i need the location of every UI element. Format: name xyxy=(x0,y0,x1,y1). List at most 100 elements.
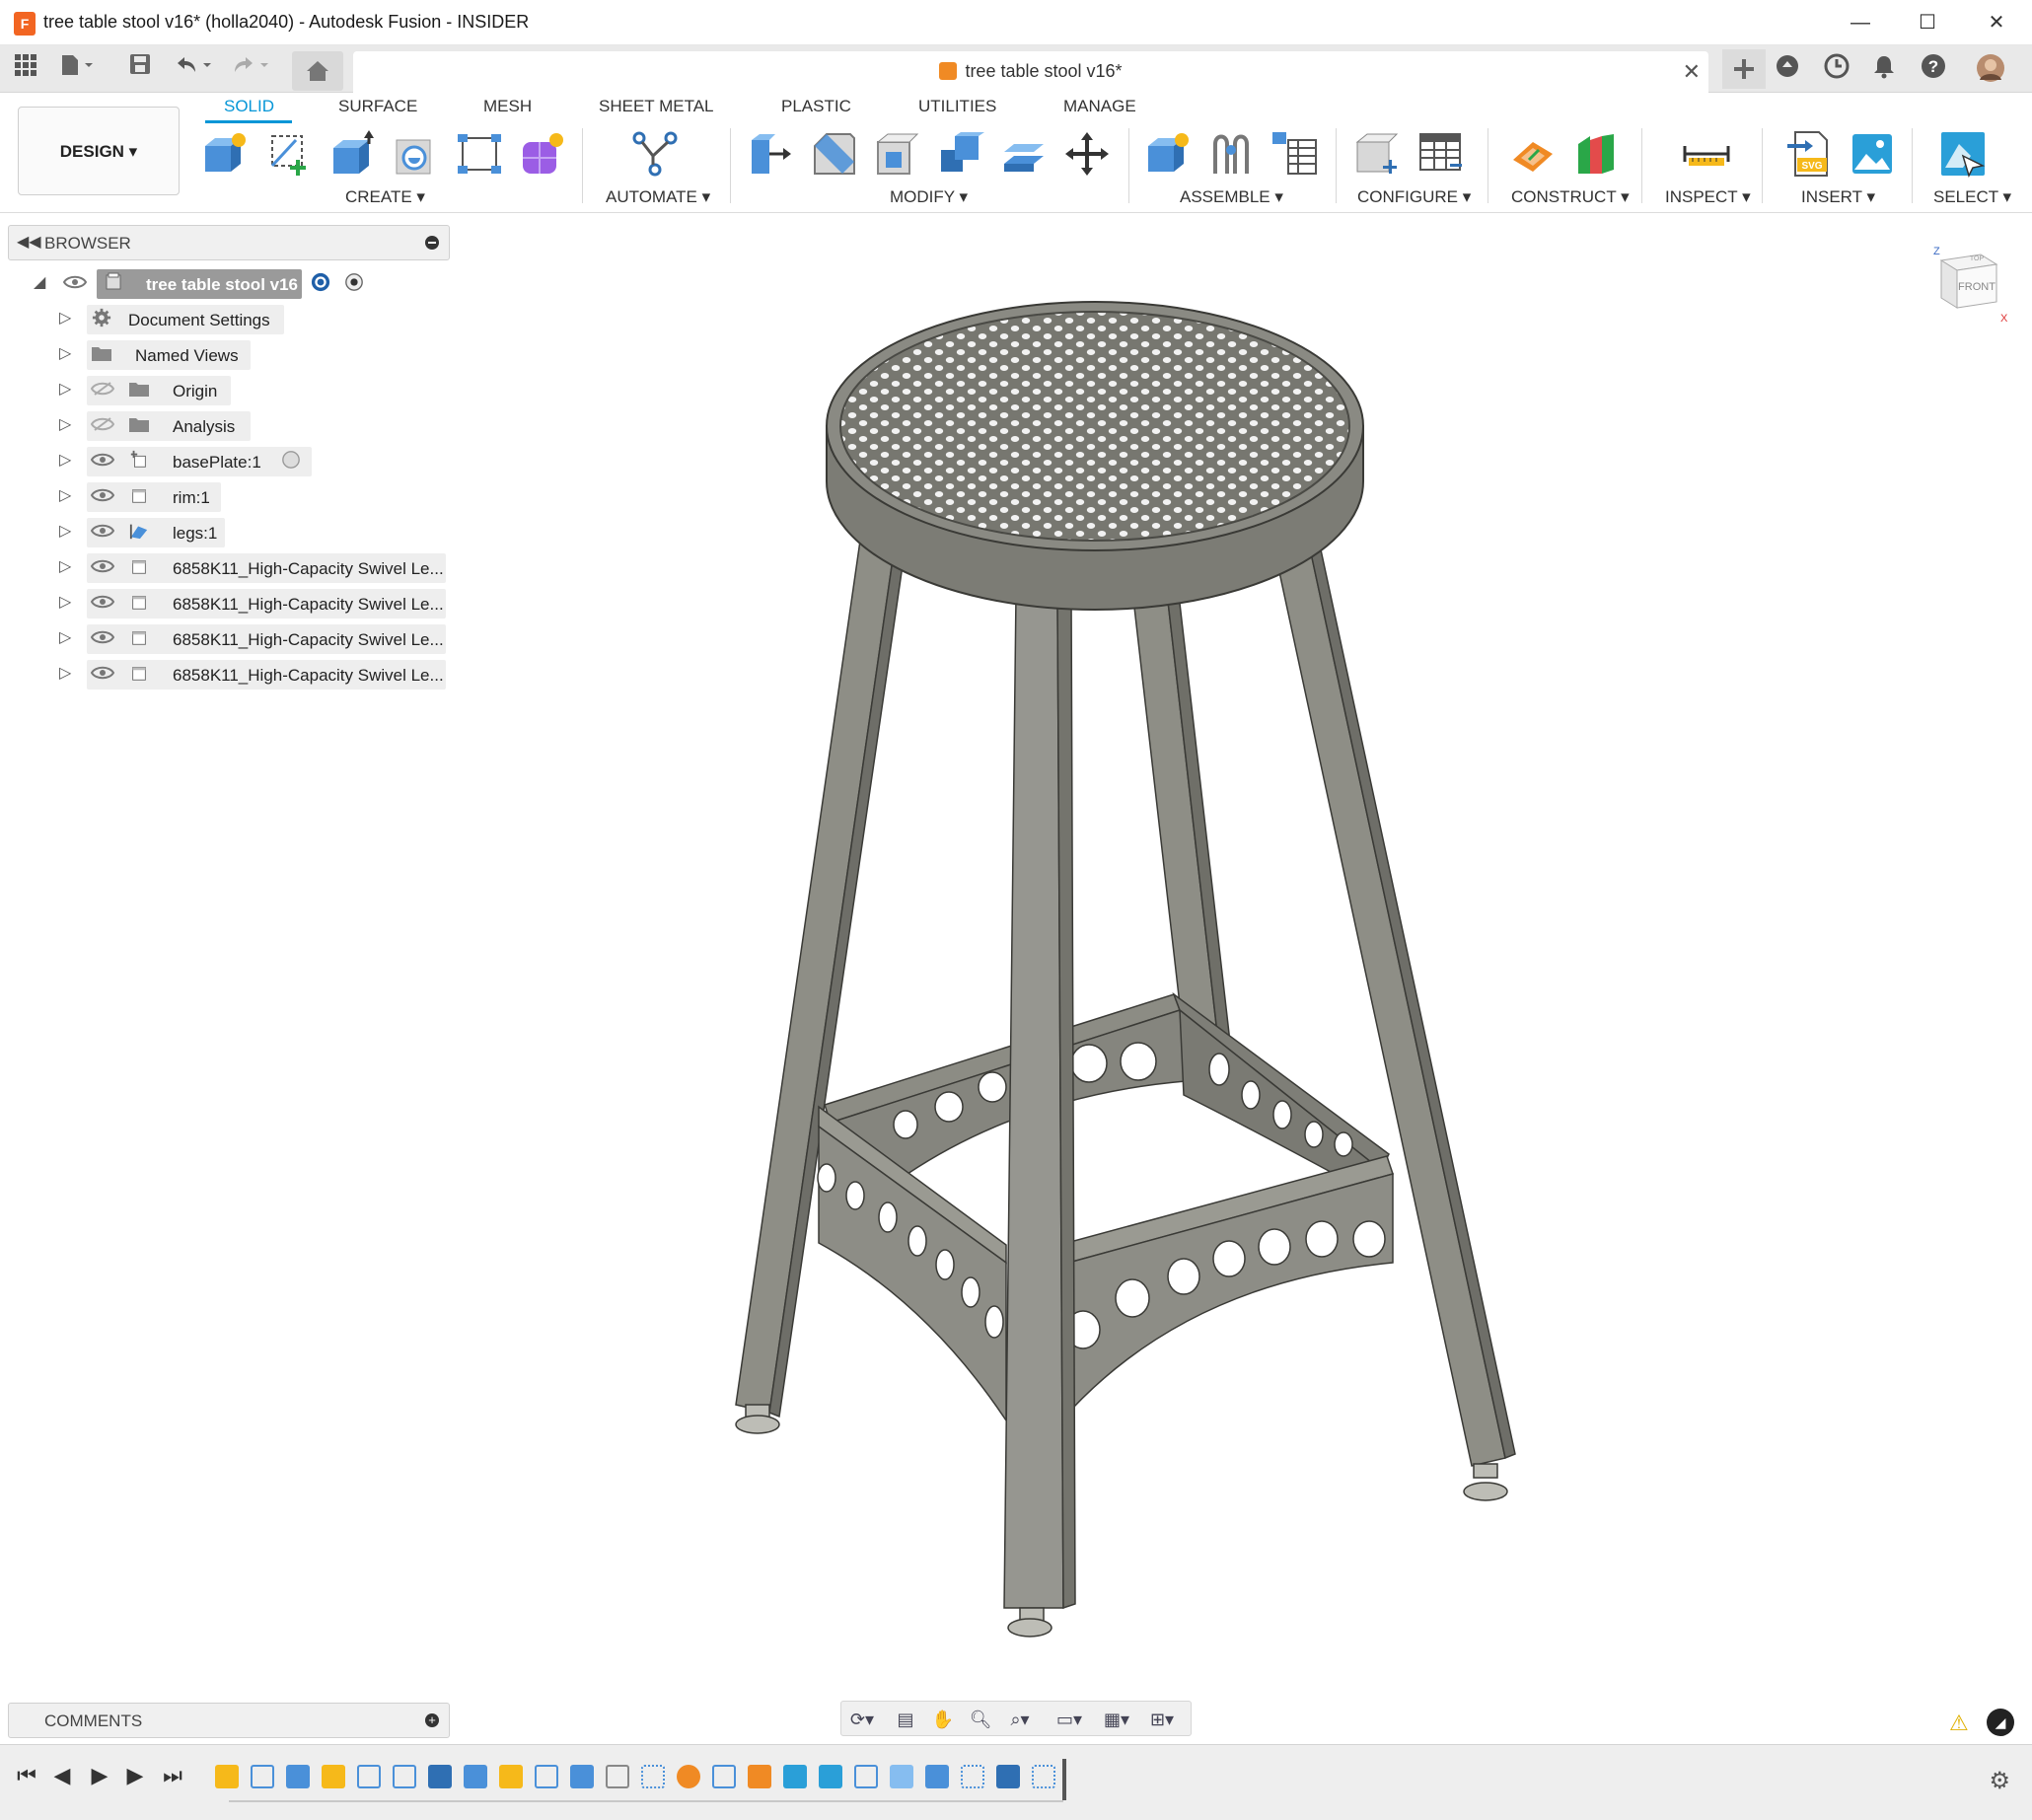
hidden-eye-icon[interactable] xyxy=(91,381,114,397)
zoom-icon[interactable]: 🔍︎ xyxy=(964,1708,997,1731)
tree-item-swivel-leveler[interactable]: ▷ 6858K11_High-Capacity Swivel Le... xyxy=(0,623,454,654)
combine-icon[interactable] xyxy=(937,130,984,178)
offset-face-icon[interactable] xyxy=(1000,130,1048,178)
timeline-flange-icon[interactable] xyxy=(783,1765,807,1788)
visibility-eye-icon[interactable] xyxy=(91,629,114,645)
3d-viewport[interactable] xyxy=(454,213,2032,1703)
expand-arrow-icon[interactable]: ▷ xyxy=(59,414,71,434)
grid-settings-icon[interactable]: ▦▾ xyxy=(1100,1708,1133,1731)
visibility-eye-icon[interactable] xyxy=(63,274,87,290)
tree-item-origin[interactable]: ▷ Origin xyxy=(0,375,454,405)
file-menu-icon[interactable] xyxy=(59,53,93,83)
visibility-eye-icon[interactable] xyxy=(91,452,114,468)
radio-button-icon[interactable] xyxy=(280,450,302,470)
tree-item-baseplate[interactable]: ▷ basePlate:1 xyxy=(0,446,454,476)
visibility-eye-icon[interactable] xyxy=(91,558,114,574)
minimize-button[interactable]: — xyxy=(1831,0,1890,45)
play-icon[interactable]: ▶ xyxy=(85,1761,114,1790)
tab-mesh[interactable]: MESH xyxy=(483,97,532,116)
tree-item-swivel-leveler[interactable]: ▷ 6858K11_High-Capacity Swivel Le... xyxy=(0,659,454,690)
measure-icon[interactable] xyxy=(1683,130,1730,178)
timeline-sketch-icon[interactable] xyxy=(535,1765,558,1788)
timeline-sketch-icon[interactable] xyxy=(393,1765,416,1788)
timeline-sketch-icon[interactable] xyxy=(712,1765,736,1788)
tree-item-named-views[interactable]: ▷ Named Views xyxy=(0,339,454,370)
insert-svg-icon[interactable]: SVG xyxy=(1785,130,1833,178)
job-status-icon[interactable] xyxy=(1821,53,1852,83)
construct-group-label[interactable]: CONSTRUCT ▾ xyxy=(1511,187,1630,207)
active-component-indicator-icon[interactable] xyxy=(343,272,365,292)
tree-item-rim[interactable]: ▷ rim:1 xyxy=(0,481,454,512)
fillet-icon[interactable] xyxy=(811,130,858,178)
expand-arrow-icon[interactable]: ▷ xyxy=(59,343,71,363)
tree-root-row[interactable]: ◢ tree table stool v16 xyxy=(0,268,454,299)
expanded-triangle-icon[interactable]: ◢ xyxy=(34,272,45,292)
configure-group-label[interactable]: CONFIGURE ▾ xyxy=(1357,187,1471,207)
expand-arrow-icon[interactable]: ▷ xyxy=(59,663,71,683)
timeline-marker[interactable] xyxy=(1062,1759,1066,1800)
timeline-track[interactable] xyxy=(229,1800,1063,1802)
expand-arrow-icon[interactable]: ▷ xyxy=(59,379,71,399)
orbit-icon[interactable]: ⟳▾ xyxy=(845,1708,879,1731)
visibility-eye-icon[interactable] xyxy=(91,665,114,681)
tab-plastic[interactable]: PLASTIC xyxy=(781,97,851,116)
timeline-plane-icon[interactable] xyxy=(748,1765,771,1788)
activate-radio-icon[interactable] xyxy=(310,272,331,292)
automate-group-label[interactable]: AUTOMATE ▾ xyxy=(606,187,710,207)
visibility-eye-icon[interactable] xyxy=(91,487,114,503)
save-icon[interactable] xyxy=(124,53,156,83)
timeline-extrude-icon[interactable] xyxy=(925,1765,949,1788)
tree-item-swivel-leveler[interactable]: ▷ 6858K11_High-Capacity Swivel Le... xyxy=(0,552,454,583)
new-component-icon[interactable] xyxy=(201,130,249,178)
document-tab[interactable]: tree table stool v16* ✕ xyxy=(353,51,1708,93)
close-window-button[interactable]: ✕ xyxy=(1967,0,2026,45)
timeline-extrude-icon[interactable] xyxy=(286,1765,310,1788)
hidden-eye-icon[interactable] xyxy=(91,416,114,432)
extrude-icon[interactable] xyxy=(329,130,377,178)
expand-arrow-icon[interactable]: ▷ xyxy=(59,485,71,505)
timeline-settings-gear-icon[interactable]: ⚙ xyxy=(1989,1767,2010,1795)
timeline-component-icon[interactable] xyxy=(322,1765,345,1788)
insert-group-label[interactable]: INSERT ▾ xyxy=(1801,187,1875,207)
shell-icon[interactable] xyxy=(874,130,921,178)
assemble-group-label[interactable]: ASSEMBLE ▾ xyxy=(1180,187,1283,207)
tree-item-swivel-leveler[interactable]: ▷ 6858K11_High-Capacity Swivel Le... xyxy=(0,588,454,619)
timeline-pattern-icon[interactable] xyxy=(961,1765,984,1788)
go-to-end-icon[interactable]: ⏭ xyxy=(158,1761,187,1790)
automate-icon[interactable] xyxy=(631,130,679,178)
select-group-label[interactable]: SELECT ▾ xyxy=(1933,187,2011,207)
timeline-extrude-icon[interactable] xyxy=(464,1765,487,1788)
new-tab-icon[interactable] xyxy=(1722,49,1766,89)
tree-item-legs[interactable]: ▷ legs:1 xyxy=(0,517,454,547)
create-sketch-icon[interactable] xyxy=(266,130,314,178)
midplane-icon[interactable] xyxy=(1572,130,1620,178)
timeline-fillet-icon[interactable] xyxy=(890,1765,913,1788)
view-cube-top-label[interactable]: TOP xyxy=(1970,255,1985,262)
move-copy-icon[interactable] xyxy=(1063,130,1111,178)
offset-plane-icon[interactable] xyxy=(1509,130,1557,178)
timeline-pattern-icon[interactable] xyxy=(1032,1765,1055,1788)
timeline-extrude-icon[interactable] xyxy=(570,1765,594,1788)
view-cube-front-label[interactable]: FRONT xyxy=(1958,281,1996,293)
comments-panel-header[interactable]: COMMENTS + xyxy=(8,1703,450,1738)
expand-arrow-icon[interactable]: ▷ xyxy=(59,592,71,612)
create-group-label[interactable]: CREATE ▾ xyxy=(345,187,425,207)
configure-icon[interactable] xyxy=(1353,130,1401,178)
user-avatar[interactable] xyxy=(1975,53,2006,83)
fit-zoom-icon[interactable]: ⌕▾ xyxy=(1003,1708,1037,1731)
step-back-icon[interactable]: ◀ xyxy=(47,1761,77,1790)
maximize-button[interactable]: ☐ xyxy=(1898,0,1957,45)
timeline-pattern-icon[interactable] xyxy=(641,1765,665,1788)
warning-icon[interactable]: ⚠ xyxy=(1949,1711,1969,1736)
app-grid-icon[interactable] xyxy=(10,53,41,83)
new-component-assemble-icon[interactable] xyxy=(1144,130,1192,178)
display-settings-icon[interactable]: ▭▾ xyxy=(1052,1708,1086,1731)
timeline-component-icon[interactable] xyxy=(499,1765,523,1788)
tab-sheet-metal[interactable]: SHEET METAL xyxy=(599,97,714,116)
visibility-eye-icon[interactable] xyxy=(91,523,114,539)
pan-hand-icon[interactable]: ✋ xyxy=(926,1708,960,1731)
timeline-shell-icon[interactable] xyxy=(606,1765,629,1788)
visibility-eye-icon[interactable] xyxy=(91,594,114,610)
extensions-icon[interactable] xyxy=(1772,53,1803,83)
expand-arrow-icon[interactable]: ▷ xyxy=(59,556,71,576)
